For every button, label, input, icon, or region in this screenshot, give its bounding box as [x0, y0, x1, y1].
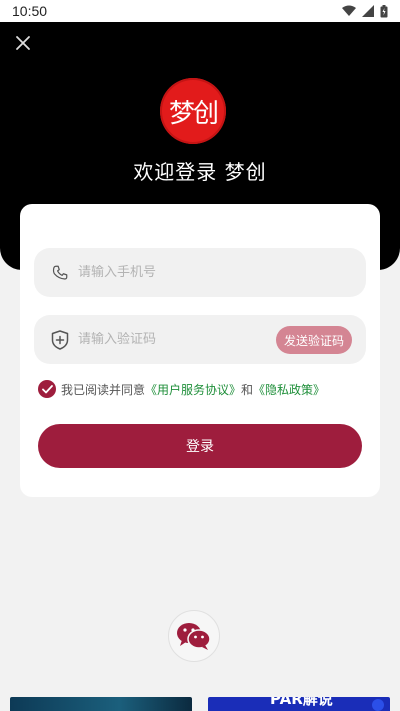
welcome-title: 欢迎登录 梦创	[133, 160, 267, 184]
close-icon	[16, 36, 30, 50]
code-field[interactable]: 发送验证码	[34, 315, 366, 364]
login-button[interactable]: 登录	[38, 424, 362, 468]
phone-input[interactable]	[78, 265, 258, 280]
cell-signal-icon	[362, 5, 374, 17]
phone-icon	[50, 263, 70, 283]
battery-icon	[380, 4, 388, 17]
logo-text: 梦创	[168, 98, 219, 129]
wechat-login-button[interactable]	[168, 610, 220, 662]
shield-plus-icon	[50, 329, 70, 350]
phone-field[interactable]	[34, 248, 366, 297]
privacy-policy-link[interactable]: 《隐私政策》	[253, 381, 325, 398]
code-input[interactable]	[78, 332, 258, 347]
app-logo: 梦创	[160, 78, 226, 144]
bottom-banner-text: PAR解说	[270, 697, 333, 708]
close-button[interactable]	[12, 32, 34, 54]
login-card: 发送验证码 我已阅读并同意 《用户服务协议》 和 《隐私政策》 登录	[20, 204, 380, 497]
status-bar: 10:50	[0, 0, 400, 22]
agreement-prefix: 我已阅读并同意	[61, 382, 146, 397]
agreement-checkbox[interactable]	[38, 380, 56, 398]
agreement-and: 和	[241, 382, 254, 397]
bottom-banner-right[interactable]: PAR解说	[208, 697, 390, 711]
status-time: 10:50	[12, 3, 48, 19]
bottom-banner-left[interactable]	[10, 697, 192, 711]
banner-badge	[372, 699, 384, 711]
send-code-button[interactable]: 发送验证码	[275, 326, 352, 354]
wifi-icon	[342, 5, 356, 16]
agreement-row: 我已阅读并同意 《用户服务协议》 和 《隐私政策》	[38, 380, 325, 398]
user-agreement-link[interactable]: 《用户服务协议》	[145, 381, 241, 398]
status-icons	[342, 4, 388, 18]
check-icon	[41, 384, 53, 393]
wechat-icon	[177, 623, 211, 650]
